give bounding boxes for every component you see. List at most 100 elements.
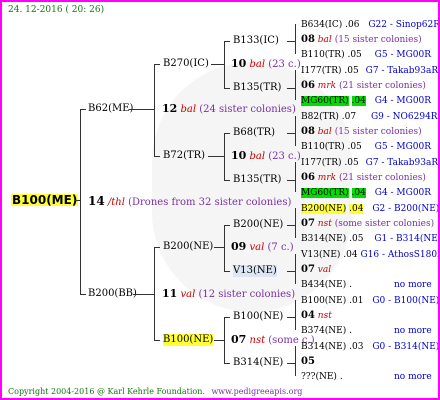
g3-name-1[interactable]: B135(TR) bbox=[233, 82, 281, 94]
g4-note-3: (21 sister colonies) bbox=[338, 173, 426, 183]
g4-mid-row-2: 08 bal (15 sister colonies) bbox=[301, 126, 422, 138]
g4-dam-gen-6: . bbox=[349, 326, 353, 336]
g4-dam-2[interactable]: B110(TR) bbox=[301, 142, 345, 152]
g4-dam-7[interactable]: ???(NE) bbox=[301, 372, 337, 382]
g1-name-0[interactable]: B62(ME) bbox=[88, 103, 133, 115]
g3-name-0[interactable]: B133(IC) bbox=[233, 35, 279, 47]
g2-name-1[interactable]: B72(TR) bbox=[163, 150, 205, 162]
g4-sire-link-6[interactable]: G0 - B100(NE) bbox=[372, 296, 438, 306]
g4-note-4: (some sister colonies) bbox=[334, 219, 435, 229]
g4-tag-6: nst bbox=[317, 311, 332, 321]
g4-sire-6[interactable]: B100(NE) bbox=[301, 296, 346, 306]
g4-mid-row-4: 07 nst (some sister colonies) bbox=[301, 218, 434, 230]
g1-note-0: (24 sister colonies) bbox=[199, 104, 296, 115]
pedigree-frame: 24. 12-2016 ( 20: 26) B100(ME) 14 /thl (… bbox=[0, 0, 440, 400]
g4-dam-row-0: B110(TR) .05 G5 - MG00R bbox=[301, 49, 431, 61]
g4-dam-link-5[interactable]: no more bbox=[394, 279, 432, 291]
g4-mid-row-7: 05 bbox=[301, 356, 315, 368]
g4-dam-link-1[interactable]: G4 - MG00R bbox=[375, 96, 431, 106]
g4-sire-row-3: I177(TR) .05 G7 - Takab93aR bbox=[301, 157, 438, 169]
g4-sire-gen-3: .05 bbox=[344, 158, 359, 168]
g4-sire-row-4: B200(NE) .04 G2 - B200(NE) bbox=[301, 203, 438, 215]
g3-name-4[interactable]: B200(NE) bbox=[233, 219, 283, 231]
g4-dam-row-5: B434(NE) . bbox=[301, 279, 352, 291]
g3-name-5[interactable]: V13(NE) bbox=[233, 265, 277, 277]
g4-dam-6[interactable]: B374(NE) bbox=[301, 326, 346, 336]
g4-sire-link-4[interactable]: G2 - B200(NE) bbox=[372, 204, 438, 214]
g4-sire-gen-0: .06 bbox=[345, 20, 360, 30]
g4-gen-7: 05 bbox=[301, 356, 315, 367]
g4-mid-row-5: 07 val bbox=[301, 264, 331, 276]
g4-sire-row-1: I177(TR) .05 G7 - Takab93aR bbox=[301, 65, 438, 77]
g4-dam-0[interactable]: B110(TR) bbox=[301, 50, 345, 60]
g4-dam-row-2: B110(TR) .05 G5 - MG00R bbox=[301, 141, 431, 153]
g4-dam-row-6: B374(NE) . bbox=[301, 325, 352, 337]
g4-sire-row-2: B82(TR) .07 G9 - NO6294R bbox=[301, 111, 438, 123]
g2-gen-0: 10 bbox=[231, 57, 247, 70]
g4-tag-3: mrk bbox=[317, 173, 337, 183]
g4-dam-gen-3: .04 bbox=[351, 188, 366, 198]
root-info: 14 /thl (Drones from 32 sister colonies) bbox=[88, 195, 291, 209]
g4-tag-2: bal bbox=[317, 127, 332, 137]
g4-sire-link-0[interactable]: G22 - Sinop62R bbox=[368, 20, 438, 30]
g3-name-2[interactable]: B68(TR) bbox=[233, 127, 275, 139]
g4-sire-link-1[interactable]: G7 - Takab93aR bbox=[366, 66, 438, 76]
g4-sire-link-3[interactable]: G7 - Takab93aR bbox=[366, 158, 438, 168]
g4-sire-3[interactable]: I177(TR) bbox=[301, 158, 342, 168]
g3-name-7[interactable]: B314(NE) bbox=[233, 357, 283, 369]
g4-dam-link-6[interactable]: no more bbox=[394, 325, 432, 337]
g4-dam-5[interactable]: B434(NE) bbox=[301, 280, 346, 290]
g2-tag-2: val bbox=[249, 242, 265, 253]
g4-dam-link-3[interactable]: G4 - MG00R bbox=[375, 188, 431, 198]
g4-gen-5: 07 bbox=[301, 264, 315, 275]
g2-name-3[interactable]: B100(NE) bbox=[163, 334, 214, 346]
g4-sire-0[interactable]: B634(IC) bbox=[301, 20, 342, 30]
g4-sire-row-7: B314(NE) .03 G0 - B314(NE) bbox=[301, 341, 438, 353]
g4-sire-link-7[interactable]: G0 - B314(NE) bbox=[372, 342, 438, 352]
g4-note-1: (21 sister colonies) bbox=[338, 81, 426, 91]
g1-gen-1: 11 bbox=[162, 287, 178, 300]
g4-gen-1: 06 bbox=[301, 80, 315, 91]
g3-name-6[interactable]: B100(NE) bbox=[233, 311, 283, 323]
g1-info-1: 11 val (12 sister colonies) bbox=[162, 288, 295, 301]
g4-sire-2[interactable]: B82(TR) bbox=[301, 112, 339, 122]
g4-sire-4[interactable]: B200(NE) bbox=[301, 204, 347, 214]
g4-sire-gen-5: .04 bbox=[343, 250, 358, 260]
g2-info-2: 09 val (7 c.) bbox=[231, 241, 294, 254]
g2-name-2[interactable]: B200(NE) bbox=[163, 241, 213, 253]
g4-tag-1: mrk bbox=[317, 81, 337, 91]
g4-sire-link-2[interactable]: G9 - NO6294R bbox=[371, 112, 438, 122]
g4-mid-row-0: 08 bal (15 sister colonies) bbox=[301, 34, 422, 46]
g4-dam-3[interactable]: MG60(TR) bbox=[301, 188, 349, 198]
g2-gen-2: 09 bbox=[231, 240, 247, 253]
g4-mid-row-6: 04 nst bbox=[301, 310, 332, 322]
g1-info-0: 12 bal (24 sister colonies) bbox=[162, 103, 296, 116]
footer-url[interactable]: www.pedigreeapis.org bbox=[211, 387, 302, 396]
g4-sire-7[interactable]: B314(NE) bbox=[301, 342, 346, 352]
g4-dam-link-4[interactable]: G1 - B314(NE) bbox=[374, 234, 438, 244]
g4-tag-0: bal bbox=[317, 35, 332, 45]
g4-sire-row-0: B634(IC) .06 G22 - Sinop62R bbox=[301, 19, 438, 31]
g4-dam-gen-5: . bbox=[349, 280, 353, 290]
g4-sire-5[interactable]: V13(NE) bbox=[301, 250, 340, 260]
g1-tag-0: bal bbox=[180, 104, 197, 115]
g4-dam-link-7[interactable]: no more bbox=[394, 371, 432, 383]
g4-dam-gen-1: .04 bbox=[351, 96, 366, 106]
g2-info-1: 10 bal (23 c.) bbox=[231, 150, 301, 163]
g3-name-3[interactable]: B135(TR) bbox=[233, 174, 281, 186]
g2-note-1: (23 c.) bbox=[268, 151, 301, 162]
root-name[interactable]: B100(ME) bbox=[11, 194, 79, 206]
g4-sire-gen-1: .05 bbox=[344, 66, 359, 76]
g4-sire-link-5[interactable]: G16 - AthosS180R bbox=[361, 250, 439, 260]
g2-name-0[interactable]: B270(IC) bbox=[163, 58, 209, 70]
g4-sire-1[interactable]: I177(TR) bbox=[301, 66, 342, 76]
g4-dam-link-2[interactable]: G5 - MG00R bbox=[375, 142, 431, 152]
g4-gen-2: 08 bbox=[301, 126, 315, 137]
g4-dam-gen-0: .05 bbox=[347, 50, 362, 60]
g4-dam-1[interactable]: MG60(TR) bbox=[301, 96, 349, 106]
g2-note-2: (7 c.) bbox=[267, 242, 294, 253]
g1-name-1[interactable]: B200(BB) bbox=[88, 288, 137, 300]
g4-tag-5: val bbox=[317, 265, 332, 275]
g4-dam-4[interactable]: B314(NE) bbox=[301, 234, 346, 244]
g4-dam-link-0[interactable]: G5 - MG00R bbox=[375, 50, 431, 60]
